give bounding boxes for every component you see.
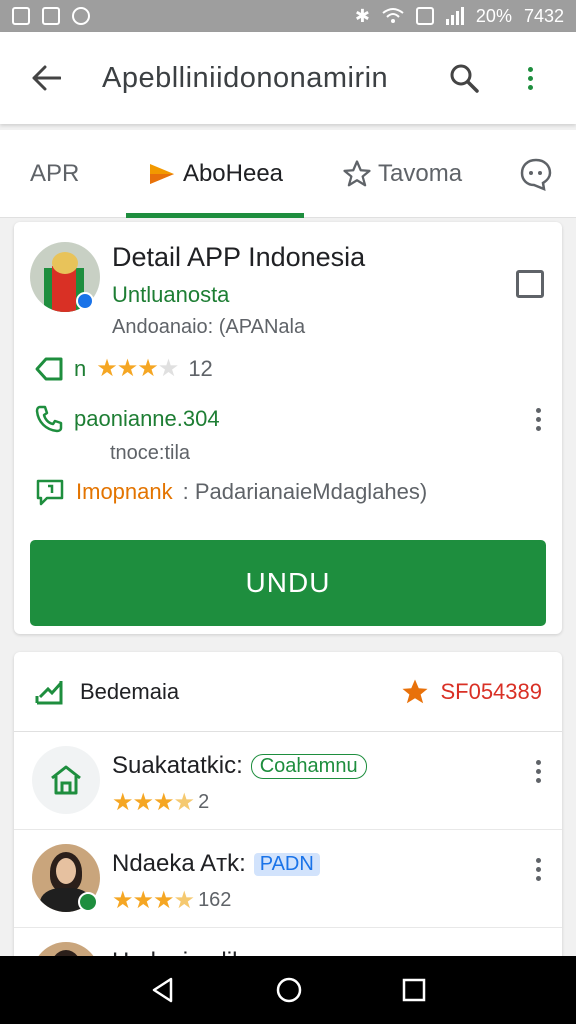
signal-icon bbox=[445, 7, 464, 25]
system-nav-bar bbox=[0, 956, 576, 1024]
review-more-icon[interactable] bbox=[528, 858, 548, 881]
reviewer-tag[interactable]: Coahamnu bbox=[250, 753, 367, 779]
tab-label: APR bbox=[30, 159, 80, 187]
important-value: : PadarianaieMdaglahes) bbox=[182, 479, 428, 504]
back-button[interactable] bbox=[24, 56, 68, 100]
data-icon bbox=[415, 7, 434, 25]
rating-prefix: n bbox=[74, 355, 87, 381]
app-title: Detail APP Indonesia bbox=[112, 242, 366, 272]
reviewer-name: Ndaeka Aтk: PADN bbox=[112, 850, 320, 878]
reviewer-tag[interactable]: PADN bbox=[253, 852, 320, 876]
notification-icon bbox=[72, 7, 90, 25]
page-title: Apeblliniidononamirin bbox=[102, 61, 389, 94]
battery-level: 20% bbox=[475, 5, 512, 26]
active-tab-indicator bbox=[126, 212, 304, 218]
tab-label: Tavoma bbox=[378, 159, 463, 187]
review-count: 2 bbox=[198, 791, 210, 813]
star-filled-icon bbox=[402, 679, 428, 703]
app-detail-card: Detail APP Indonesia Untluanosta Andoana… bbox=[14, 222, 562, 634]
download-button[interactable]: UNDU bbox=[30, 540, 546, 626]
tag-icon bbox=[35, 357, 63, 380]
reviewer-name: Suakatatkic: Coahamnu bbox=[112, 752, 367, 780]
review-count: 162 bbox=[198, 889, 232, 911]
tab-bar: APR AboHeea Tavoma bbox=[0, 130, 576, 218]
message-icon bbox=[36, 479, 64, 506]
reviewer-name-text: Ndaeka Aтk: bbox=[112, 850, 246, 877]
clock: 7432 bbox=[523, 5, 564, 26]
important-row: Imopnank : PadarianaieMdaglahes) bbox=[34, 476, 427, 508]
review-rating: ★★★★ 162 bbox=[112, 886, 231, 915]
app-developer[interactable]: Untluanosta bbox=[112, 282, 229, 308]
contact-value[interactable]: paonianne.304 bbox=[74, 406, 220, 432]
home-icon bbox=[51, 765, 81, 795]
rating-row: n ★★★★ 12 bbox=[34, 354, 213, 383]
nav-home-icon[interactable] bbox=[274, 975, 304, 1005]
chat-bubble-icon bbox=[520, 158, 552, 191]
review-rating: ★★★★ 2 bbox=[112, 788, 209, 817]
search-icon bbox=[450, 64, 479, 93]
select-checkbox[interactable] bbox=[516, 270, 544, 298]
more-vert-icon bbox=[520, 66, 540, 90]
tab-label: AboHeea bbox=[182, 159, 284, 187]
back-arrow-icon bbox=[32, 65, 61, 91]
review-stars: ★★★★ bbox=[112, 887, 195, 914]
app-meta: Andoanaio: (APANala bbox=[112, 316, 306, 338]
trending-icon bbox=[35, 680, 63, 704]
review-more-icon[interactable] bbox=[528, 760, 548, 783]
tab-apr[interactable]: APR bbox=[30, 130, 126, 218]
play-icon bbox=[149, 163, 174, 184]
score-value: SF054389 bbox=[440, 678, 542, 704]
online-status-icon bbox=[78, 892, 98, 912]
review-item[interactable]: Suakatatkic: Coahamnu ★★★★ 2 bbox=[14, 732, 562, 830]
tab-chat[interactable] bbox=[518, 130, 558, 218]
status-bar: ✱ 20% 7432 bbox=[0, 0, 576, 32]
nav-recents-icon[interactable] bbox=[401, 977, 427, 1003]
rating-count: 12 bbox=[188, 355, 213, 381]
bluetooth-icon: ✱ bbox=[354, 5, 370, 26]
image-icon bbox=[42, 7, 60, 25]
contact-more-icon[interactable] bbox=[528, 408, 548, 431]
reviews-card: Bedemaia SF054389 Suakatatkic: Coahamnu … bbox=[14, 652, 562, 1010]
rating-stars: ★★★★ bbox=[96, 355, 179, 382]
app-bar: Apeblliniidononamirin bbox=[0, 32, 576, 124]
tab-aboheea[interactable]: AboHeea bbox=[126, 130, 304, 218]
reviews-label: Bedemaia bbox=[80, 678, 180, 704]
wifi-icon bbox=[382, 8, 404, 23]
tab-tavoma[interactable]: Tavoma bbox=[342, 130, 472, 218]
important-label: Imopnank bbox=[76, 479, 173, 504]
review-item[interactable]: Ndaeka Aтk: PADN ★★★★ 162 bbox=[14, 830, 562, 928]
phone-icon bbox=[35, 405, 63, 433]
verified-badge-icon bbox=[76, 292, 94, 310]
star-outline-icon bbox=[343, 159, 371, 186]
reviewer-name-text: Suakatatkic: bbox=[112, 752, 243, 779]
avatar bbox=[32, 746, 100, 814]
nav-back-icon[interactable] bbox=[149, 976, 177, 1004]
review-stars: ★★★★ bbox=[112, 789, 195, 816]
overflow-menu-button[interactable] bbox=[508, 56, 552, 100]
reviews-score: SF054389 bbox=[400, 677, 542, 707]
contact-row: paonianne.304 bbox=[34, 404, 220, 434]
contact-subtext: tnoce:tila bbox=[110, 442, 191, 464]
search-button[interactable] bbox=[442, 56, 486, 100]
reviews-header: Bedemaia SF054389 bbox=[14, 652, 562, 732]
gallery-icon bbox=[12, 7, 30, 25]
